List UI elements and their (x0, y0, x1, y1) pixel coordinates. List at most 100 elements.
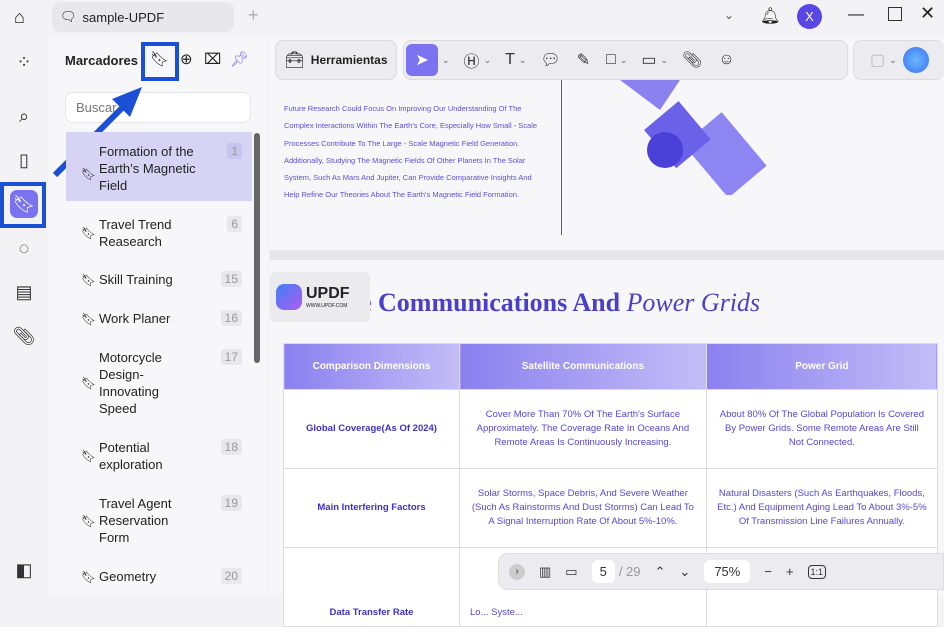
bookmark-page: 20 (220, 568, 242, 584)
bookmark-icon: 🔖︎ (81, 376, 97, 390)
chevron-down-icon[interactable]: ⌄ (661, 55, 669, 66)
table-cell: About 80% Of The Global Population Is Co… (705, 389, 939, 469)
annotation-highlight-box (141, 42, 179, 81)
search-icon[interactable]: ⌕ (10, 102, 38, 130)
stamp-tool-icon[interactable]: ▢ (870, 50, 885, 70)
chevron-down-icon[interactable]: ⌄ (519, 55, 527, 66)
measure-tool-icon[interactable]: ▭ (641, 50, 656, 70)
collapse-icon[interactable]: › (509, 563, 525, 580)
bookmark-page: 1 (227, 143, 242, 159)
page-nav-bar: › ▥ ▭ 5 / 29 ⌃ ⌄ 75% − + 1:1 (498, 553, 944, 590)
table-cell: Main Interfering Factors (283, 468, 460, 548)
next-page-icon[interactable]: ⌄ (679, 564, 690, 580)
comment-tool-icon[interactable]: 💬︎ (540, 50, 560, 70)
annotation-toolbar: ➤ ⌄ Ⓗ ⌄ T ⌄ 💬︎ ✎ □ ⌄ ▭ ⌄ 📎︎ ☺ (403, 40, 848, 80)
bookmark-page: 15 (220, 271, 242, 287)
bookmark-icon: 🔖︎ (81, 226, 97, 240)
table-cell: Natural Disasters (Such As Earthquakes, … (705, 468, 939, 548)
attachment-tool-icon[interactable]: 📎︎ (682, 50, 702, 70)
avatar[interactable]: X (797, 4, 822, 29)
bookmark-label: Geometry (99, 569, 157, 584)
zoom-level[interactable]: 75% (704, 560, 751, 583)
divider-line (561, 80, 562, 235)
pencil-tool-icon[interactable]: ✎ (577, 50, 590, 70)
chevron-down-icon[interactable]: ⌄ (889, 55, 897, 66)
highlight-tool-icon[interactable]: Ⓗ (464, 48, 480, 72)
attachment-icon[interactable]: 📎︎ (10, 322, 38, 350)
chevron-down-icon[interactable]: ⌄ (620, 55, 628, 66)
bell-icon[interactable]: 🔔︎ (760, 6, 780, 26)
tools-label: Herramientas (310, 53, 388, 67)
page-number-input[interactable]: 5 (591, 560, 615, 583)
extra-toolbar: ▢ ⌄ (853, 40, 944, 80)
add-child-bookmark-icon[interactable]: ⊕ (180, 50, 193, 68)
remove-bookmark-icon[interactable]: ⌧ (204, 50, 221, 68)
annotation-highlight-box (0, 182, 46, 228)
bookmark-label: Skill Training (99, 272, 173, 287)
table-cell: Data Transfer Rate (283, 547, 460, 627)
bookmark-icon: 🔖︎ (81, 569, 97, 584)
close-button[interactable]: ✕ (920, 3, 935, 24)
sticker-tool-icon[interactable]: ☺ (718, 51, 734, 69)
bookmark-icon: 🔖︎ (81, 449, 97, 463)
chevron-down-icon[interactable]: ⌄ (442, 55, 450, 66)
chevron-down-icon[interactable]: ⌄ (484, 55, 492, 66)
bookmark-icon: 🔖︎ (81, 513, 97, 528)
bookmark-page: 19 (220, 495, 242, 511)
bookmark-item[interactable]: 🔖︎ Potential exploration 18 (66, 439, 252, 473)
shape-tool-icon[interactable]: □ (606, 51, 616, 69)
bookmark-label: Potential exploration (99, 440, 163, 472)
title-italic: Power Grids (626, 288, 761, 317)
zoom-in-icon[interactable]: + (786, 564, 794, 579)
table-cell: Cover More Than 70% Of The Earth's Surfa… (459, 389, 707, 469)
logo-text: UPDF (306, 285, 350, 302)
bookmark-page: 6 (227, 216, 242, 232)
page-separator (270, 250, 944, 260)
updf-logo-icon (276, 284, 302, 310)
presentation-icon[interactable]: ▭ (565, 564, 577, 580)
bookmark-item[interactable]: 🔖︎ Travel Trend Reasearch 6 (66, 216, 252, 250)
bookmark-icon: 🔖︎ (81, 272, 97, 287)
page-layout-icon[interactable]: ▥ (539, 564, 551, 580)
page-total: / 29 (618, 564, 641, 579)
ai-assistant-icon[interactable] (902, 47, 929, 73)
bookmark-item[interactable]: 🔖︎ Work Planer 16 (66, 310, 252, 327)
minimize-button[interactable]: — (848, 6, 864, 24)
toolbox-icon: 🧰︎ (284, 52, 305, 69)
bookmark-label: Travel Trend Reasearch (99, 217, 172, 249)
table-cell: Global Coverage(As Of 2024) (283, 389, 460, 469)
bookmark-item[interactable]: 🔖︎ Motorcycle Design-Innovating Speed 17 (66, 349, 252, 417)
prev-page-icon[interactable]: ⌃ (655, 564, 666, 580)
panel-title: Marcadores (65, 53, 138, 68)
scrollbar[interactable] (254, 133, 260, 363)
forms-icon[interactable]: ▤ (10, 278, 38, 306)
logo-sub: WWW.UPDF.COM (306, 303, 348, 309)
bookmark-icon: 🔖︎ (81, 311, 97, 326)
layers-icon[interactable]: ◧ (10, 556, 38, 584)
home-icon[interactable]: ⌂ (14, 7, 25, 28)
document-tab[interactable]: 🗨 sample-UPDF (52, 2, 234, 32)
bookmark-item[interactable]: 🔖︎ Skill Training 15 (66, 271, 252, 288)
bookmark-label: Travel Agent Reservation Form (99, 496, 172, 545)
bookmark-item[interactable]: 🔖︎ Geometry 20 (66, 568, 252, 585)
select-tool-icon[interactable]: ➤ (406, 44, 438, 76)
zoom-out-icon[interactable]: − (764, 564, 772, 579)
bookmark-item[interactable]: 🔖︎ Formation of the Earth’s Magnetic Fiel… (66, 143, 252, 194)
page-icon[interactable]: ▯ (10, 146, 38, 174)
table-cell: Solar Storms, Space Debris, And Severe W… (459, 468, 707, 548)
actual-size-button[interactable]: 1:1 (807, 564, 827, 579)
comment-icon: 🗨 (60, 9, 77, 24)
new-tab-button[interactable]: + (248, 5, 259, 26)
comments-icon[interactable]: ◌ (10, 234, 38, 262)
pin-icon[interactable]: 📌︎ (230, 50, 249, 68)
text-tool-icon[interactable]: T (505, 51, 515, 69)
bookmark-page: 17 (220, 349, 242, 365)
bookmark-page: 16 (220, 310, 242, 326)
bookmark-label: Motorcycle Design-Innovating Speed (99, 350, 162, 416)
maximize-button[interactable] (888, 7, 902, 21)
satellite-illustration (620, 80, 767, 195)
chevron-down-icon[interactable]: ⌄ (724, 8, 734, 22)
thumbnails-icon[interactable]: ⁘ (10, 48, 38, 76)
tools-button[interactable]: 🧰︎ Herramientas (275, 40, 397, 80)
bookmark-item[interactable]: 🔖︎ Travel Agent Reservation Form 19 (66, 495, 252, 546)
